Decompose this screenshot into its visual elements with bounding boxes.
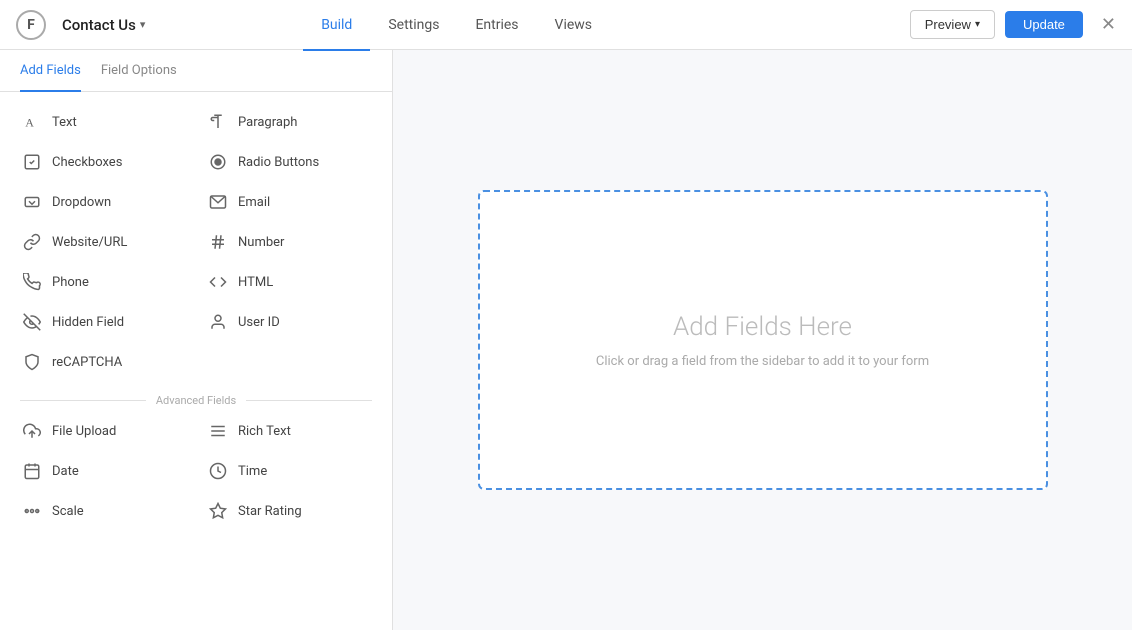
- nav-settings[interactable]: Settings: [370, 1, 457, 51]
- fields-list: A Text Paragraph Checkboxes: [0, 92, 392, 630]
- nav-build[interactable]: Build: [303, 1, 370, 51]
- email-icon: [208, 192, 228, 212]
- field-website[interactable]: Website/URL: [10, 222, 196, 262]
- user-icon: [208, 312, 228, 332]
- nav-entries[interactable]: Entries: [457, 1, 536, 51]
- form-title[interactable]: Contact Us ▾: [62, 16, 145, 34]
- drop-zone-title: Add Fields Here: [673, 312, 852, 342]
- advanced-fields-grid: File Upload Rich Text Date: [0, 411, 392, 531]
- nav-views[interactable]: Views: [537, 1, 611, 51]
- sidebar: Add Fields Field Options A Text Paragrap…: [0, 50, 393, 630]
- drop-zone-subtitle: Click or drag a field from the sidebar t…: [596, 354, 929, 369]
- field-hidden[interactable]: Hidden Field: [10, 302, 196, 342]
- field-html[interactable]: HTML: [196, 262, 382, 302]
- radio-icon: [208, 152, 228, 172]
- svg-text:A: A: [25, 116, 34, 130]
- dropdown-icon: [22, 192, 42, 212]
- field-file-upload[interactable]: File Upload: [10, 411, 196, 451]
- link-icon: [22, 232, 42, 252]
- field-number[interactable]: Number: [196, 222, 382, 262]
- close-button[interactable]: ✕: [1101, 14, 1116, 35]
- scale-icon: [22, 501, 42, 521]
- field-checkboxes[interactable]: Checkboxes: [10, 142, 196, 182]
- title-chevron-icon: ▾: [140, 18, 146, 31]
- main-layout: Add Fields Field Options A Text Paragrap…: [0, 50, 1132, 630]
- star-icon: [208, 501, 228, 521]
- topbar-actions: Preview ▾ Update ✕: [910, 10, 1116, 39]
- field-dropdown[interactable]: Dropdown: [10, 182, 196, 222]
- hidden-icon: [22, 312, 42, 332]
- preview-button[interactable]: Preview ▾: [910, 10, 995, 39]
- upload-icon: [22, 421, 42, 441]
- richtext-icon: [208, 421, 228, 441]
- advanced-divider: Advanced Fields: [0, 382, 392, 411]
- update-button[interactable]: Update: [1005, 11, 1083, 38]
- topbar: F Contact Us ▾ Build Settings Entries Vi…: [0, 0, 1132, 50]
- field-date[interactable]: Date: [10, 451, 196, 491]
- field-userid[interactable]: User ID: [196, 302, 382, 342]
- field-scale[interactable]: Scale: [10, 491, 196, 531]
- field-rich-text[interactable]: Rich Text: [196, 411, 382, 451]
- text-icon: A: [22, 112, 42, 132]
- app-logo: F: [16, 10, 46, 40]
- time-icon: [208, 461, 228, 481]
- field-radio[interactable]: Radio Buttons: [196, 142, 382, 182]
- paragraph-icon: [208, 112, 228, 132]
- sidebar-tabs: Add Fields Field Options: [0, 50, 392, 92]
- field-recaptcha[interactable]: reCAPTCHA: [10, 342, 196, 382]
- field-email[interactable]: Email: [196, 182, 382, 222]
- field-star-rating[interactable]: Star Rating: [196, 491, 382, 531]
- canvas-area: Add Fields Here Click or drag a field fr…: [393, 50, 1132, 630]
- recaptcha-icon: [22, 352, 42, 372]
- html-icon: [208, 272, 228, 292]
- field-text[interactable]: A Text: [10, 102, 196, 142]
- field-time[interactable]: Time: [196, 451, 382, 491]
- tab-field-options[interactable]: Field Options: [101, 51, 177, 92]
- field-phone[interactable]: Phone: [10, 262, 196, 302]
- tab-add-fields[interactable]: Add Fields: [20, 51, 81, 92]
- main-nav: Build Settings Entries Views: [303, 0, 610, 50]
- number-icon: [208, 232, 228, 252]
- phone-icon: [22, 272, 42, 292]
- checkbox-icon: [22, 152, 42, 172]
- field-paragraph[interactable]: Paragraph: [196, 102, 382, 142]
- drop-zone[interactable]: Add Fields Here Click or drag a field fr…: [478, 190, 1048, 490]
- standard-fields-grid: A Text Paragraph Checkboxes: [0, 102, 392, 382]
- preview-arrow-icon: ▾: [975, 19, 980, 30]
- date-icon: [22, 461, 42, 481]
